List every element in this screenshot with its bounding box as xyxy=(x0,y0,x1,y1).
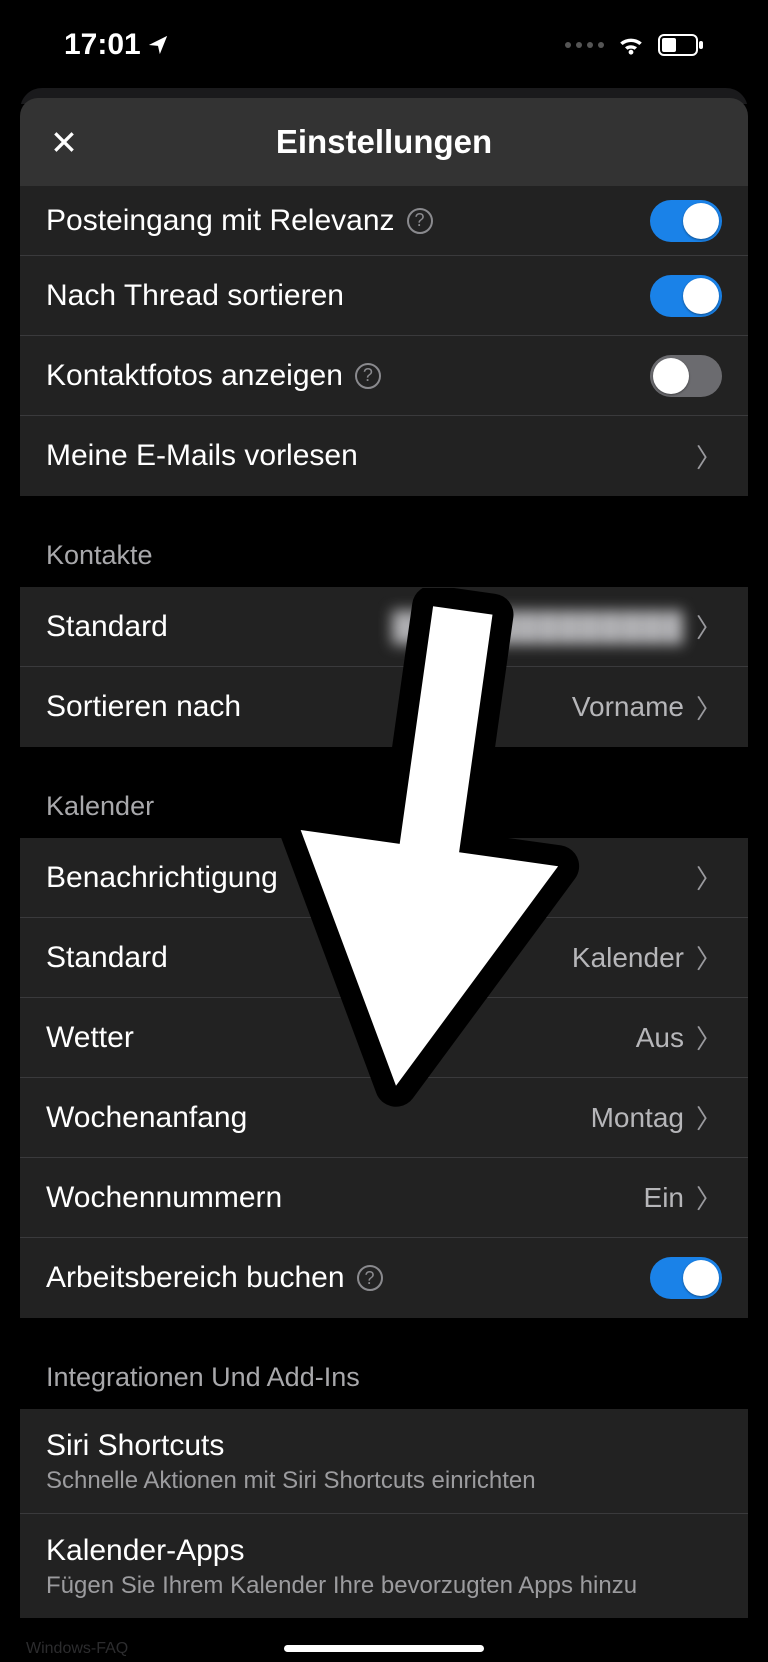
close-icon xyxy=(51,129,77,155)
help-icon[interactable]: ? xyxy=(357,1265,383,1291)
cal-weather-value: Aus xyxy=(636,1022,684,1054)
cal-default-label: Standard xyxy=(46,941,168,975)
location-icon xyxy=(147,34,169,56)
chevron-right-icon: 〉 xyxy=(696,689,722,726)
row-cal-notifications[interactable]: Benachrichtigung 〉 xyxy=(20,838,748,918)
help-icon[interactable]: ? xyxy=(407,208,433,234)
close-button[interactable] xyxy=(44,122,84,162)
page-title: Einstellungen xyxy=(276,123,492,161)
row-siri-shortcuts[interactable]: Siri Shortcuts Schnelle Aktionen mit Sir… xyxy=(20,1409,748,1514)
row-contacts-sort[interactable]: Sortieren nach Vorname 〉 xyxy=(20,667,748,747)
read-emails-label: Meine E-Mails vorlesen xyxy=(46,439,358,473)
row-cal-weather[interactable]: Wetter Aus 〉 xyxy=(20,998,748,1078)
home-indicator[interactable] xyxy=(284,1645,484,1652)
contact-photos-toggle[interactable] xyxy=(650,355,722,397)
wifi-icon xyxy=(616,33,646,57)
focused-inbox-label: Posteingang mit Relevanz xyxy=(46,204,395,238)
cal-week-numbers-label: Wochennummern xyxy=(46,1181,282,1215)
siri-shortcuts-subtitle: Schnelle Aktionen mit Siri Shortcuts ein… xyxy=(46,1467,722,1495)
cal-notifications-label: Benachrichtigung xyxy=(46,861,278,895)
contacts-default-label: Standard xyxy=(46,610,168,644)
row-contacts-default[interactable]: Standard ██████████████ 〉 xyxy=(20,587,748,667)
cal-week-start-label: Wochenanfang xyxy=(46,1101,247,1135)
calendar-apps-subtitle: Fügen Sie Ihrem Kalender Ihre bevorzugte… xyxy=(46,1572,722,1600)
contact-photos-label: Kontaktfotos anzeigen xyxy=(46,359,343,393)
status-bar: 17:01 xyxy=(20,0,748,80)
help-icon[interactable]: ? xyxy=(355,363,381,389)
chevron-right-icon: 〉 xyxy=(696,859,722,896)
watermark: Windows-FAQ xyxy=(26,1640,128,1658)
chevron-right-icon: 〉 xyxy=(696,939,722,976)
contacts-sort-label: Sortieren nach xyxy=(46,690,241,724)
status-time: 17:01 xyxy=(64,28,141,62)
contacts-default-value: ██████████████ xyxy=(392,611,684,643)
sort-thread-toggle[interactable] xyxy=(650,275,722,317)
chevron-right-icon: 〉 xyxy=(696,438,722,475)
section-header-calendar: Kalender xyxy=(20,747,748,838)
row-cal-week-numbers[interactable]: Wochennummern Ein 〉 xyxy=(20,1158,748,1238)
row-cal-week-start[interactable]: Wochenanfang Montag 〉 xyxy=(20,1078,748,1158)
cal-book-workspace-label: Arbeitsbereich buchen xyxy=(46,1261,345,1295)
row-calendar-apps[interactable]: Kalender-Apps Fügen Sie Ihrem Kalender I… xyxy=(20,1514,748,1618)
row-cal-book-workspace[interactable]: Arbeitsbereich buchen ? xyxy=(20,1238,748,1318)
cal-weather-label: Wetter xyxy=(46,1021,134,1055)
cal-week-start-value: Montag xyxy=(591,1102,684,1134)
row-read-emails[interactable]: Meine E-Mails vorlesen 〉 xyxy=(20,416,748,496)
cal-default-value: Kalender xyxy=(572,942,684,974)
sort-thread-label: Nach Thread sortieren xyxy=(46,279,344,313)
row-cal-default[interactable]: Standard Kalender 〉 xyxy=(20,918,748,998)
sheet-header: Einstellungen xyxy=(20,98,748,186)
cal-week-numbers-value: Ein xyxy=(644,1182,684,1214)
signal-dots-icon xyxy=(565,42,604,48)
chevron-right-icon: 〉 xyxy=(696,1019,722,1056)
focused-inbox-toggle[interactable] xyxy=(650,200,722,242)
chevron-right-icon: 〉 xyxy=(696,1099,722,1136)
row-focused-inbox[interactable]: Posteingang mit Relevanz ? xyxy=(20,186,748,256)
cal-book-workspace-toggle[interactable] xyxy=(650,1257,722,1299)
chevron-right-icon: 〉 xyxy=(696,608,722,645)
chevron-right-icon: 〉 xyxy=(696,1179,722,1216)
section-header-integrations: Integrationen Und Add-Ins xyxy=(20,1318,748,1409)
row-contact-photos[interactable]: Kontaktfotos anzeigen ? xyxy=(20,336,748,416)
calendar-apps-title: Kalender-Apps xyxy=(46,1534,722,1568)
siri-shortcuts-title: Siri Shortcuts xyxy=(46,1429,722,1463)
contacts-sort-value: Vorname xyxy=(572,691,684,723)
battery-icon xyxy=(658,34,704,56)
section-header-contacts: Kontakte xyxy=(20,496,748,587)
row-sort-thread[interactable]: Nach Thread sortieren xyxy=(20,256,748,336)
